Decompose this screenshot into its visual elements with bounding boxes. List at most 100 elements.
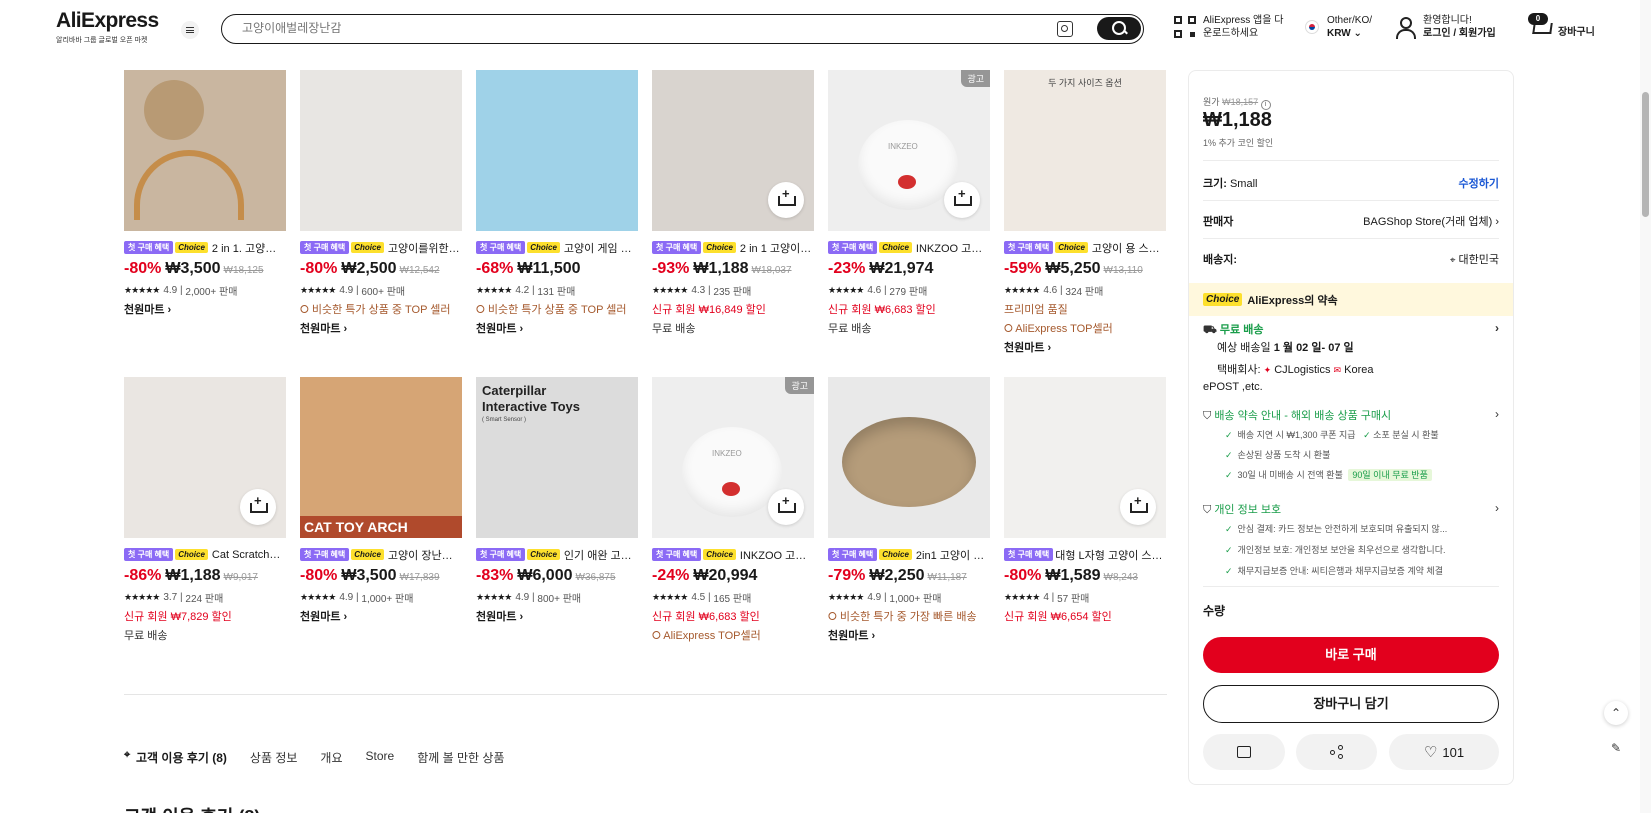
product-title[interactable]: 2 in 1 고양이 스크래처	[740, 240, 814, 255]
image-caption: INKZEO	[712, 449, 742, 458]
add-to-cart-icon[interactable]	[944, 182, 980, 218]
sold-count: 600+ 판매	[361, 287, 406, 298]
original-price: ₩9,017	[223, 572, 258, 583]
add-to-cart-icon[interactable]	[768, 489, 804, 525]
add-to-cart-icon[interactable]	[240, 489, 276, 525]
product-image[interactable]	[652, 70, 814, 231]
login-link[interactable]: 로그인 / 회원가입	[1423, 27, 1496, 40]
star-rating-icon: ★★★★★	[124, 592, 160, 602]
original-price: ₩11,187	[927, 572, 967, 583]
qr-code-icon	[1174, 16, 1196, 38]
product-extra-info[interactable]: 천원마트 ›	[828, 627, 990, 643]
product-title[interactable]: INKZOO 고양이 장난감	[916, 240, 990, 255]
product-card[interactable]: 첫 구매 혜택Choice Cat Scratcher Board -86%₩1,1…	[124, 377, 286, 643]
product-image[interactable]: INKZEO 광고	[652, 377, 814, 538]
add-to-cart-icon[interactable]	[768, 182, 804, 218]
edit-size-link[interactable]: 수정하기	[1459, 175, 1499, 191]
product-image[interactable]	[124, 377, 286, 538]
product-title[interactable]: 고양이 게임 상자	[564, 240, 638, 255]
store-button[interactable]	[1203, 734, 1285, 770]
first-buy-badge: 첫 구매 혜택	[652, 548, 702, 561]
tab-1[interactable]: 상품 정보	[250, 749, 298, 766]
product-card[interactable]: 첫 구매 혜택Choice 2 in 1 고양이 스크래처 -93%₩1,188₩1…	[652, 70, 814, 336]
product-image[interactable]: CAT TOY ARCH	[300, 377, 462, 538]
product-title[interactable]: 고양이를위한 스크래처	[388, 240, 462, 255]
product-card[interactable]: 첫 구매 혜택 Choice 고양이 게임 상자 -68% ₩11,500 ★★★★★ 4.…	[476, 70, 638, 336]
product-image[interactable]: INKZEO 광고	[828, 70, 990, 231]
scrollbar-thumb[interactable]	[1642, 92, 1649, 217]
ship-to-row[interactable]: 배송지: ⌖ 대한민국	[1203, 251, 1499, 267]
store-icon	[1237, 746, 1251, 758]
privacy-section[interactable]: ⛉ 개인 정보 보호 ›	[1203, 501, 1499, 517]
toy-ball-graphic: INKZEO	[682, 427, 782, 517]
region-currency-selector[interactable]: Other/KO/KRW ⌄	[1305, 14, 1372, 40]
page-scrollbar[interactable]	[1640, 0, 1651, 813]
share-button[interactable]	[1296, 734, 1377, 770]
product-title[interactable]: 인기 애완 고양이 장난감	[564, 547, 638, 562]
price-line: -80% ₩3,500 ₩18,125	[124, 260, 286, 278]
rating-line: ★★★★★ 4.9 | 800+ 판매	[476, 592, 582, 605]
image-search-icon[interactable]	[1057, 21, 1073, 37]
product-extra-info[interactable]: 천원마트 ›	[476, 320, 638, 336]
search-input[interactable]	[242, 21, 1002, 35]
carrier-etc: ePOST ,etc.	[1203, 381, 1263, 393]
tab-2[interactable]: 개요	[320, 749, 342, 766]
product-card[interactable]: INKZEO 광고첫 구매 혜택Choice INKZOO 고양이 장난감 -23%₩…	[828, 70, 990, 336]
product-card[interactable]: 첫 구매 혜택Choice 2 in 1. 고양이 스크래처 -80%₩3,500₩…	[124, 70, 286, 317]
account-login[interactable]: 환영합니다! 로그인 / 회원가입	[1395, 14, 1496, 40]
category-menu-button[interactable]	[181, 21, 199, 39]
product-title[interactable]: 고양이 장난감 아치	[388, 547, 462, 562]
product-extra-info[interactable]: 천원마트 ›	[476, 608, 638, 624]
product-image[interactable]	[1004, 377, 1166, 538]
rating-value: 4.9	[867, 592, 882, 603]
product-tags: 첫 구매 혜택Choice 인기 애완 고양이 장난감	[476, 547, 638, 562]
product-extra-info[interactable]: 천원마트 ›	[124, 301, 286, 317]
product-title[interactable]: Cat Scratcher Board	[212, 549, 286, 561]
rating-value: 4.9	[339, 285, 354, 296]
product-extra-info[interactable]: 천원마트 ›	[300, 608, 462, 624]
seller-name[interactable]: BAGShop Store(거래 업체) ›	[1363, 213, 1499, 229]
product-image[interactable]: Caterpillar Interactive Toys ( Smart Sens…	[476, 377, 638, 538]
product-card[interactable]: CAT TOY ARCH첫 구매 혜택Choice고양이 장난감 아치-80%₩…	[300, 377, 462, 624]
app-download[interactable]: AliExpress 앱을 다 운로드하세요	[1174, 14, 1283, 40]
product-card[interactable]: 첫 구매 혜택대형 L자형 고양이 스크래처 -80%₩1,589₩8,243 ★★…	[1004, 377, 1166, 624]
tab-4[interactable]: 함께 볼 만한 상품	[417, 749, 504, 766]
rating-line: ★★★★★ 4.9 | 2,000+ 판매	[124, 285, 238, 298]
seller-row[interactable]: 판매자 BAGShop Store(거래 업체) ›	[1203, 213, 1499, 229]
product-title[interactable]: 고양이 용 스크래처	[1092, 240, 1166, 255]
product-image[interactable]	[300, 70, 462, 231]
product-title[interactable]: 2 in 1. 고양이 스크래처	[212, 240, 286, 255]
product-card[interactable]: 첫 구매 혜택Choice 고양이를위한 스크래처 -80%₩2,500₩12,54…	[300, 70, 462, 336]
product-card[interactable]: 두 가지 사이즈 옵션첫 구매 혜택Choice 고양이 용 스크래처 -59%₩5…	[1004, 70, 1166, 355]
product-title[interactable]: 대형 L자형 고양이 스크래처	[1055, 547, 1166, 562]
delivery-guarantee-section[interactable]: ⛉ 배송 약속 안내 - 해외 배송 상품 구매시 ›	[1203, 407, 1499, 423]
add-to-cart-button[interactable]: 장바구니 담기	[1203, 685, 1499, 723]
rating-line: ★★★★★ 4.9 | 1,000+ 판매	[828, 592, 942, 605]
product-title[interactable]: 2in1 고양이 침대	[916, 547, 990, 562]
tab-0[interactable]: 고객 이용 후기 (8) ⌖	[124, 749, 227, 766]
scroll-to-top-button[interactable]: ⌃	[1604, 701, 1628, 725]
product-card[interactable]: 첫 구매 혜택 Choice 2in1 고양이 침대 -79% ₩2,250 ₩11,18…	[828, 377, 990, 643]
product-image[interactable]: 두 가지 사이즈 옵션	[1004, 70, 1166, 231]
product-title[interactable]: INKZOO 고양이 장난감	[740, 547, 814, 562]
free-shipping-section[interactable]: ⛟ 무료 배송 ›	[1203, 321, 1499, 338]
original-price: ₩17,839	[399, 572, 440, 583]
add-to-cart-icon[interactable]	[1120, 489, 1156, 525]
product-image[interactable]	[476, 70, 638, 231]
product-card[interactable]: Caterpillar Interactive Toys ( Smart Sens…	[476, 377, 638, 624]
product-extra-info[interactable]: 천원마트 ›	[1004, 339, 1166, 355]
carrier-cj: CJLogistics	[1274, 364, 1331, 376]
product-extra-info[interactable]: 천원마트 ›	[300, 320, 462, 336]
product-image[interactable]	[828, 377, 990, 538]
aliexpress-logo[interactable]: AliExpress 알리바바 그룹 글로벌 오픈 마켓	[56, 10, 166, 45]
tab-3[interactable]: Store	[366, 749, 395, 766]
price-line: -86% ₩1,188 ₩9,017	[124, 567, 286, 585]
feedback-edit-icon[interactable]: ✎	[1604, 736, 1628, 760]
image-caption: CAT TOY ARCH	[300, 516, 462, 538]
wishlist-button[interactable]: ♡ 101	[1389, 734, 1499, 770]
product-card[interactable]: INKZEO 광고첫 구매 혜택Choice INKZOO 고양이 장난감 -24%₩…	[652, 377, 814, 643]
buy-now-button[interactable]: 바로 구매	[1203, 637, 1499, 673]
search-button[interactable]	[1097, 17, 1141, 40]
app-download-line1: AliExpress 앱을 다	[1203, 15, 1284, 26]
product-image[interactable]	[124, 70, 286, 231]
